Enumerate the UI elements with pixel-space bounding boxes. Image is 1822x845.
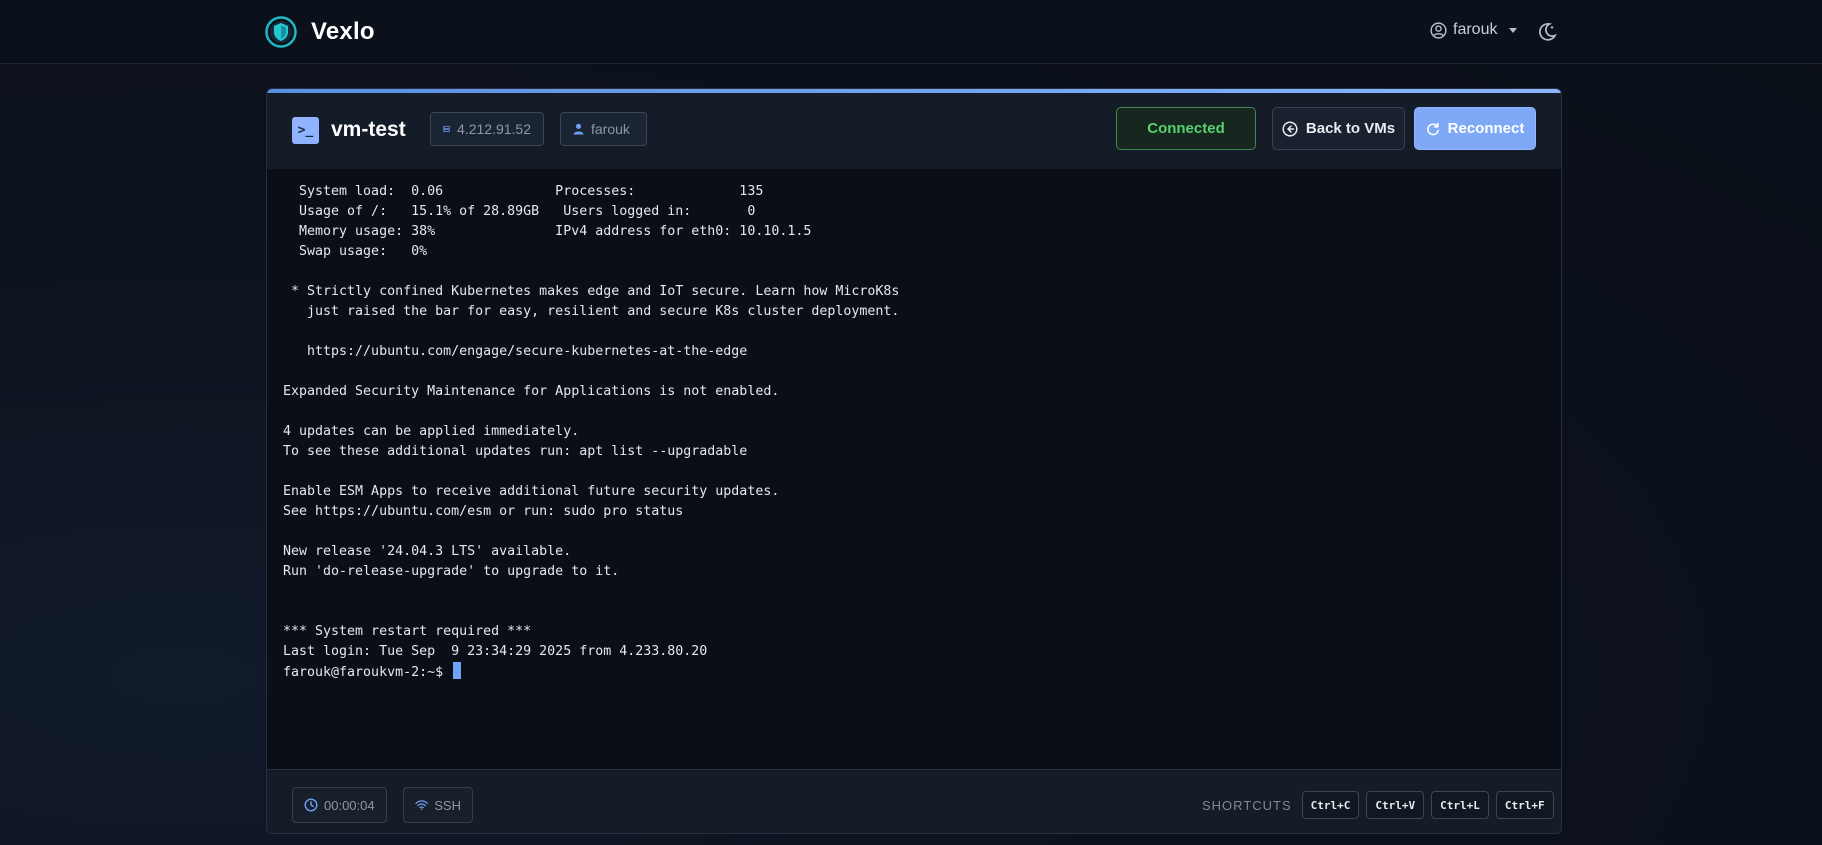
terminal-line: *** System restart required *** [283, 624, 532, 639]
terminal-line: Memory usage: 38% IPv4 address for eth0:… [283, 224, 812, 239]
terminal-prompt: farouk@faroukvm-2:~$ [283, 665, 452, 680]
terminal-line: Last login: Tue Sep 9 23:34:29 2025 from… [283, 644, 708, 659]
terminal-output: System load: 0.06 Processes: 135 Usage o… [283, 182, 1561, 662]
vm-name: vm-test [331, 118, 406, 141]
terminal-card: >_ vm-test 4.212.91.52 farouk Connected [266, 88, 1562, 834]
user-menu-dropdown[interactable]: farouk [1430, 21, 1518, 39]
moon-icon[interactable] [1536, 21, 1558, 43]
terminal-line: New release '24.04.3 LTS' available. [283, 544, 572, 559]
terminal-line: System load: 0.06 Processes: 135 [283, 184, 764, 199]
terminal-line: Run 'do-release-upgrade' to upgrade to i… [283, 564, 620, 579]
terminal-cursor [453, 662, 462, 679]
user-icon [573, 123, 584, 135]
clock-icon [304, 798, 318, 812]
terminal-console[interactable]: System load: 0.06 Processes: 135 Usage o… [267, 169, 1561, 769]
brand[interactable]: Vexlo [265, 16, 375, 48]
terminal-line: See https://ubuntu.com/esm or run: sudo … [283, 504, 684, 519]
terminal-line: Enable ESM Apps to receive additional fu… [283, 484, 780, 499]
terminal-line: To see these additional updates run: apt… [283, 444, 748, 459]
connected-status-button[interactable]: Connected [1116, 107, 1256, 150]
shortcuts-bar: SHORTCUTS Ctrl+C Ctrl+V Ctrl+L Ctrl+F [1202, 787, 1554, 823]
terminal-line: Usage of /: 15.1% of 28.89GB Users logge… [283, 204, 756, 219]
reconnect-button[interactable]: Reconnect [1414, 107, 1536, 150]
user-circle-icon [1430, 21, 1447, 39]
shortcuts-label: SHORTCUTS [1202, 797, 1292, 813]
session-time-label: 00:00:04 [324, 797, 375, 813]
terminal-line: * Strictly confined Kubernetes makes edg… [283, 284, 900, 299]
card-footer: 00:00:04 SSH SHORTCUTS Ctrl+C Ctrl+V Ctr… [267, 769, 1561, 833]
shortcut-key[interactable]: Ctrl+F [1495, 791, 1554, 819]
app-name: Vexlo [311, 18, 375, 45]
protocol-label: SSH [434, 797, 461, 813]
vm-ip-label: 4.212.91.52 [457, 121, 531, 137]
refresh-icon [1426, 122, 1439, 135]
terminal-line: Swap usage: 0% [283, 244, 428, 259]
username-label: farouk [1453, 21, 1498, 38]
back-to-vms-button[interactable]: Back to VMs [1272, 107, 1405, 150]
back-to-vms-label: Back to VMs [1305, 120, 1396, 137]
terminal-icon: >_ [292, 117, 319, 144]
shield-logo-icon [265, 16, 297, 48]
protocol-chip: SSH [403, 787, 473, 823]
top-navbar: Vexlo farouk [0, 0, 1822, 64]
terminal-prompt-line[interactable]: farouk@faroukvm-2:~$ [283, 662, 1561, 682]
chevron-down-icon [1509, 27, 1518, 33]
vm-user-label: farouk [591, 121, 630, 137]
shortcut-key[interactable]: Ctrl+C [1301, 791, 1360, 819]
shortcut-key[interactable]: Ctrl+L [1431, 791, 1489, 819]
server-icon [443, 126, 450, 132]
terminal-line: https://ubuntu.com/engage/secure-kuberne… [283, 344, 748, 359]
session-timer: 00:00:04 [292, 787, 387, 823]
connected-label: Connected [1147, 120, 1225, 137]
arrow-left-circle-icon [1282, 120, 1298, 137]
wifi-icon [415, 800, 429, 811]
shortcut-key[interactable]: Ctrl+V [1366, 791, 1425, 819]
terminal-line: Expanded Security Maintenance for Applic… [283, 384, 780, 399]
terminal-line: 4 updates can be applied immediately. [283, 424, 580, 439]
card-header: >_ vm-test 4.212.91.52 farouk Connected [267, 93, 1561, 170]
reconnect-label: Reconnect [1447, 120, 1525, 137]
terminal-line: just raised the bar for easy, resilient … [283, 304, 900, 319]
vm-user-chip: farouk [560, 112, 647, 146]
vm-ip-chip: 4.212.91.52 [430, 112, 544, 146]
